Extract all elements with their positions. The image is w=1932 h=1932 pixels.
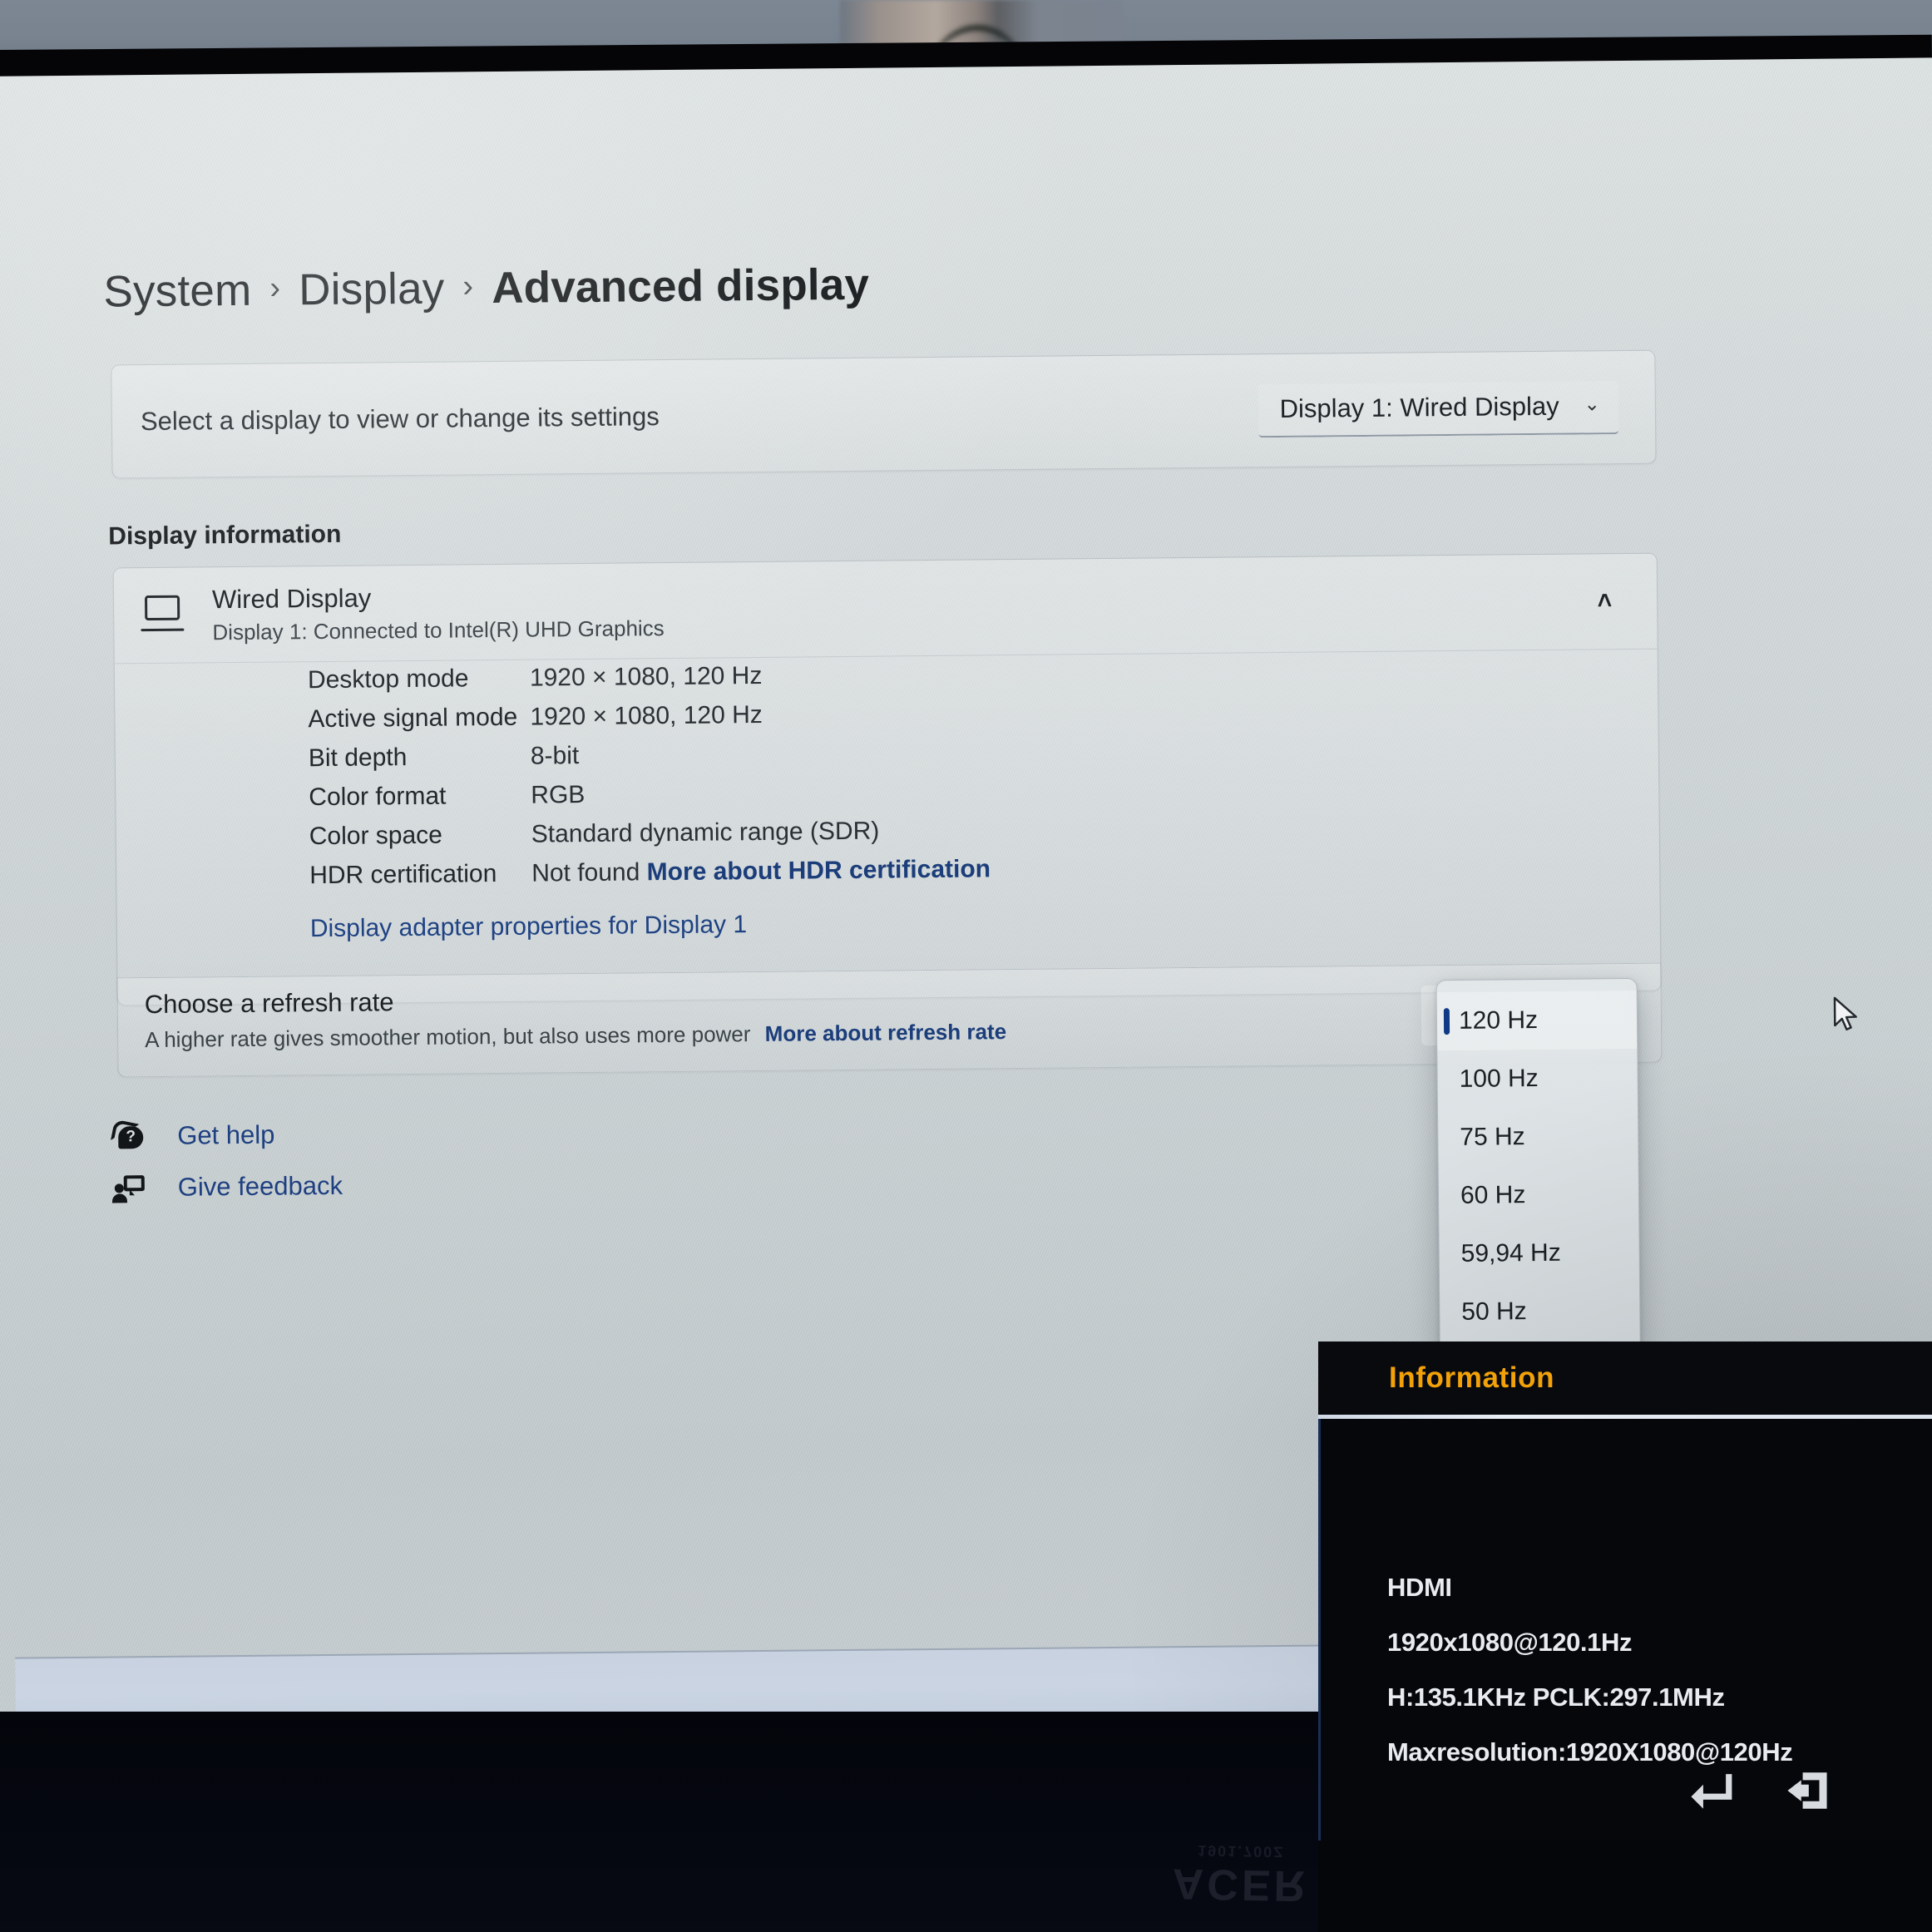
info-key: Active signal mode <box>308 703 518 734</box>
osd-button-hints <box>1687 1766 1831 1815</box>
osd-line-max-resolution: Maxresolution:1920X1080@120Hz <box>1387 1737 1793 1766</box>
info-value: 1920 × 1080, 120 Hz <box>530 700 763 731</box>
display-device-text: Wired Display Display 1: Connected to In… <box>212 571 1586 645</box>
exit-icon[interactable] <box>1783 1766 1831 1815</box>
info-key: Color format <box>309 782 447 812</box>
info-value: Standard dynamic range (SDR) <box>531 817 880 848</box>
info-key: Color space <box>309 821 443 851</box>
display-adapter-properties-row: Display adapter properties for Display 1 <box>117 902 1660 946</box>
help-icon <box>110 1119 146 1154</box>
breadcrumb: System › Display › Advanced display <box>103 259 869 318</box>
monitor-photo: System › Display › Advanced display Sele… <box>0 0 1932 1932</box>
osd-body: HDMI 1920x1080@120.1Hz H:135.1KHz PCLK:2… <box>1318 1419 1932 1841</box>
refresh-rate-text: Choose a refresh rate A higher rate give… <box>145 981 1007 1053</box>
display-adapter-properties-link[interactable]: Display adapter properties for Display 1 <box>310 911 748 942</box>
refresh-rate-option-label: 120 Hz <box>1458 1006 1539 1035</box>
refresh-rate-option-100hz[interactable]: 100 Hz <box>1437 1049 1638 1109</box>
info-key: Bit depth <box>308 744 408 773</box>
mouse-cursor-icon <box>1833 996 1857 1031</box>
give-feedback-label: Give feedback <box>177 1170 343 1202</box>
display-selector-row: Select a display to view or change its s… <box>111 351 1655 478</box>
display-selector-card: Select a display to view or change its s… <box>111 349 1657 479</box>
breadcrumb-item-advanced-display: Advanced display <box>492 259 870 314</box>
refresh-rate-card: Choose a refresh rate A higher rate give… <box>116 962 1663 1078</box>
give-feedback-link[interactable]: Give feedback <box>111 1160 343 1214</box>
osd-info-lines: HDMI 1920x1080@120.1Hz H:135.1KHz PCLK:2… <box>1387 1573 1793 1767</box>
display-information-rows: Desktop mode 1920 × 1080, 120 Hz Active … <box>115 654 1660 946</box>
brand-text: ACER <box>1172 1859 1309 1910</box>
enter-return-icon[interactable] <box>1687 1766 1735 1815</box>
osd-line-input: HDMI <box>1387 1573 1452 1602</box>
refresh-rate-option-label: 50 Hz <box>1461 1297 1527 1326</box>
refresh-rate-option-label: 100 Hz <box>1459 1065 1539 1093</box>
osd-line-timing: H:135.1KHz PCLK:297.1MHz <box>1387 1682 1725 1712</box>
display-selector-combobox[interactable]: Display 1: Wired Display ⌄ <box>1258 380 1619 437</box>
refresh-rate-option-60hz[interactable]: 60 Hz <box>1439 1165 1639 1225</box>
more-about-hdr-certification-link[interactable]: More about HDR certification <box>647 855 991 886</box>
more-about-refresh-rate-link[interactable]: More about refresh rate <box>765 1019 1007 1046</box>
refresh-rate-option-label: 59,94 Hz <box>1460 1238 1561 1267</box>
monitor-brand-reflection: ACER 1901.700Z <box>1172 1841 1309 1911</box>
get-help-label: Get help <box>177 1119 275 1150</box>
osd-title: Information <box>1389 1361 1555 1394</box>
display-selector-label: Select a display to view or change its s… <box>140 401 660 436</box>
info-value: Not found More about HDR certification <box>531 855 991 887</box>
info-value: 1920 × 1080, 120 Hz <box>529 661 763 692</box>
display-information-heading: Display information <box>108 520 342 551</box>
refresh-rate-option-120hz[interactable]: 120 Hz <box>1436 990 1638 1051</box>
display-selector-value: Display 1: Wired Display <box>1279 391 1559 423</box>
display-information-header[interactable]: Wired Display Display 1: Connected to In… <box>113 553 1658 665</box>
info-value: RGB <box>531 781 586 809</box>
refresh-rate-option-label: 60 Hz <box>1460 1181 1526 1209</box>
monitor-icon <box>141 594 187 638</box>
breadcrumb-item-display[interactable]: Display <box>299 264 445 316</box>
info-key: Desktop mode <box>307 665 469 694</box>
refresh-rate-option-label: 75 Hz <box>1460 1123 1525 1151</box>
feedback-icon <box>111 1170 147 1205</box>
refresh-rate-option-5994hz[interactable]: 59,94 Hz <box>1439 1223 1639 1283</box>
brand-subtext: 1901.700Z <box>1197 1842 1285 1860</box>
refresh-rate-option-50hz[interactable]: 50 Hz <box>1440 1282 1640 1342</box>
footer-links: Get help Give feedback <box>110 1109 343 1214</box>
refresh-rate-dropdown-flyout[interactable]: 120 Hz 100 Hz 75 Hz 60 Hz 59,94 Hz 50 Hz <box>1435 977 1641 1356</box>
monitor-osd: Information HDMI 1920x1080@120.1Hz H:135… <box>1318 1342 1932 1841</box>
chevron-down-icon: ⌄ <box>1584 393 1600 415</box>
refresh-rate-subtitle: A higher rate gives smoother motion, but… <box>145 1019 1006 1053</box>
chevron-up-icon[interactable]: ˄ <box>1585 579 1623 624</box>
osd-line-resolution: 1920x1080@120.1Hz <box>1387 1628 1633 1657</box>
hdr-certification-value: Not found <box>531 858 640 887</box>
refresh-rate-title: Choose a refresh rate <box>144 987 394 1020</box>
info-key: HDR certification <box>309 860 497 890</box>
refresh-rate-description: A higher rate gives smoother motion, but… <box>144 1021 751 1053</box>
breadcrumb-item-system[interactable]: System <box>103 265 251 318</box>
breadcrumb-separator-icon: › <box>269 270 281 306</box>
selection-indicator-icon <box>1443 1008 1450 1035</box>
display-information-card: Wired Display Display 1: Connected to In… <box>112 552 1662 1006</box>
breadcrumb-separator-icon: › <box>462 269 474 304</box>
info-value: 8-bit <box>530 742 580 770</box>
refresh-rate-option-75hz[interactable]: 75 Hz <box>1438 1107 1638 1167</box>
osd-header: Information <box>1318 1342 1932 1415</box>
get-help-link[interactable]: Get help <box>110 1109 343 1163</box>
